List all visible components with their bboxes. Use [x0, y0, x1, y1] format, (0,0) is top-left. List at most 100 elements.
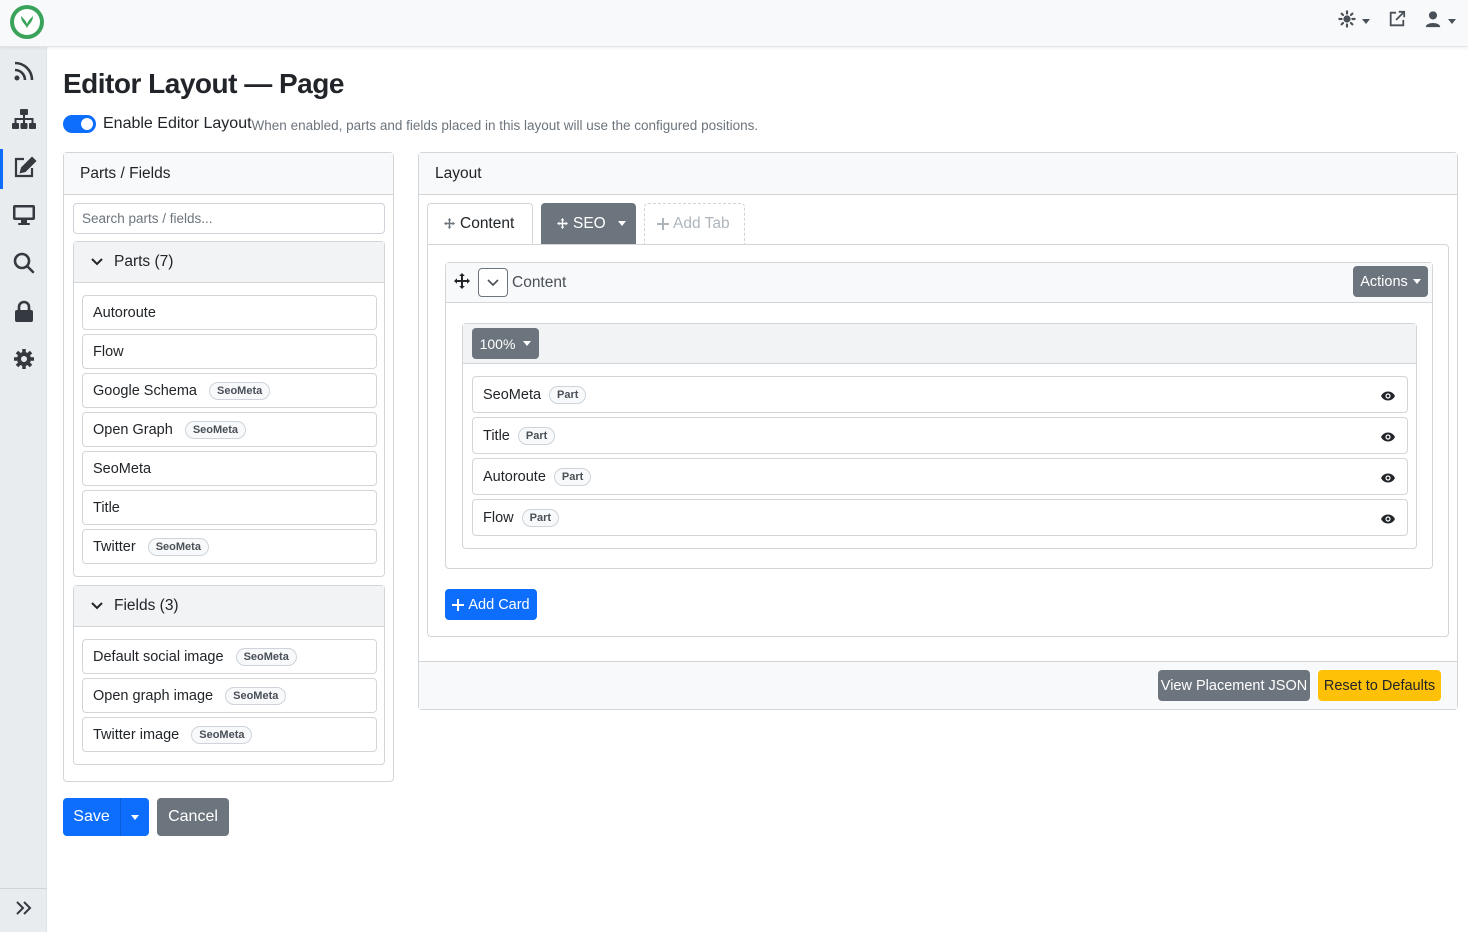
type-badge: Part [517, 426, 556, 445]
layout-card: Content Actions 100% SeoMeta Part Title … [445, 262, 1433, 569]
tab-label: Content [460, 214, 515, 232]
search-input[interactable] [73, 203, 385, 234]
move-icon[interactable] [454, 273, 470, 294]
type-badge: Part [553, 467, 592, 486]
actions-label: Actions [1360, 273, 1408, 290]
save-options-toggle[interactable] [121, 798, 149, 836]
collapse-card-button[interactable] [478, 268, 508, 297]
add-card-label: Add Card [468, 596, 530, 613]
parts-fields-header: Parts / Fields [64, 153, 393, 195]
chevron-down-icon [1448, 19, 1456, 24]
parts-fields-panel: Parts / Fields Parts (7) Autoroute Flow … [63, 152, 394, 782]
tab-pane-content: Content Actions 100% SeoMeta Part Title … [427, 244, 1449, 637]
field-item-open-graph-image[interactable]: Open graph image SeoMeta [82, 678, 377, 713]
chevron-down-icon [90, 257, 104, 267]
item-label: Open graph image [93, 687, 214, 704]
view-placement-json-button[interactable]: View Placement JSON [1158, 670, 1310, 701]
orchard-logo-icon[interactable] [10, 5, 44, 39]
item-label: Open Graph [93, 421, 173, 438]
layout-column: 100% SeoMeta Part Title Part Autoroute P… [462, 323, 1417, 549]
column-width-button[interactable]: 100% [472, 328, 539, 359]
double-chevron-right-icon [15, 900, 33, 921]
gear-icon [13, 348, 35, 375]
item-label: Default social image [93, 648, 224, 665]
part-item-google-schema[interactable]: Google Schema SeoMeta [82, 373, 377, 408]
part-item-title[interactable]: Title [82, 490, 377, 525]
chevron-down-icon [617, 221, 626, 226]
fields-group: Fields (3) Default social image SeoMeta … [73, 585, 385, 765]
sidebar-item-content[interactable] [0, 149, 47, 189]
card-title: Content [512, 274, 567, 291]
eye-icon[interactable] [1381, 389, 1395, 405]
placed-item-seometa[interactable]: SeoMeta Part [472, 376, 1408, 413]
layout-panel: Layout Content SEO Add Tab Content Actio… [418, 152, 1458, 710]
desktop-icon [12, 204, 36, 231]
sidebar-item-structure[interactable] [0, 101, 47, 141]
visit-site-button[interactable] [1388, 10, 1406, 33]
sidebar-item-search[interactable] [0, 245, 47, 285]
type-badge: Part [521, 508, 560, 527]
part-item-seometa[interactable]: SeoMeta [82, 451, 377, 486]
placed-item-title[interactable]: Title Part [472, 417, 1408, 454]
fields-group-label: Fields (3) [114, 597, 179, 614]
sidebar-item-feeds[interactable] [0, 53, 47, 93]
tab-seo[interactable]: SEO [541, 203, 636, 244]
add-tab-button[interactable]: Add Tab [644, 203, 745, 244]
search-icon [13, 252, 35, 279]
source-badge: SeoMeta [208, 381, 271, 400]
eye-icon[interactable] [1381, 430, 1395, 446]
source-badge: SeoMeta [184, 420, 247, 439]
page-title: Editor Layout — Page [63, 68, 344, 99]
external-link-icon [1388, 10, 1406, 33]
top-navbar [0, 0, 1468, 47]
sidebar-expand-button[interactable] [0, 888, 47, 932]
eye-icon[interactable] [1381, 471, 1395, 487]
enable-layout-toggle[interactable] [63, 115, 96, 133]
eye-icon[interactable] [1381, 512, 1395, 528]
chevron-down-icon [523, 341, 532, 346]
add-tab-label: Add Tab [673, 215, 730, 232]
layout-header: Layout [419, 153, 1457, 195]
save-button-group: Save [63, 798, 149, 836]
item-label: Flow [93, 343, 124, 360]
enable-layout-row: Enable Editor Layout When enabled, parts… [63, 115, 758, 133]
part-item-autoroute[interactable]: Autoroute [82, 295, 377, 330]
field-item-twitter-image[interactable]: Twitter image SeoMeta [82, 717, 377, 752]
sidebar-item-design[interactable] [0, 197, 47, 237]
item-label: Google Schema [93, 382, 197, 399]
placed-item-autoroute[interactable]: Autoroute Part [472, 458, 1408, 495]
source-badge: SeoMeta [225, 686, 287, 705]
user-icon [1424, 10, 1442, 33]
part-item-flow[interactable]: Flow [82, 334, 377, 369]
save-button[interactable]: Save [63, 798, 121, 836]
reset-to-defaults-button[interactable]: Reset to Defaults [1318, 670, 1441, 701]
part-item-open-graph[interactable]: Open Graph SeoMeta [82, 412, 377, 447]
chevron-down-icon [131, 814, 139, 820]
tab-content[interactable]: Content [427, 203, 533, 244]
cancel-button[interactable]: Cancel [157, 798, 229, 836]
placed-item-flow[interactable]: Flow Part [472, 499, 1408, 536]
item-label: Flow [483, 509, 514, 526]
enable-layout-label[interactable]: Enable Editor Layout [103, 115, 252, 133]
sitemap-icon [11, 108, 37, 135]
edit-icon [13, 155, 37, 183]
chevron-down-icon [1412, 279, 1421, 284]
item-label: Autoroute [483, 468, 546, 485]
plus-icon [452, 598, 465, 611]
part-item-twitter[interactable]: Twitter SeoMeta [82, 529, 377, 564]
sidebar-item-configuration[interactable] [0, 341, 47, 381]
user-menu-button[interactable] [1424, 10, 1456, 33]
enable-layout-help: When enabled, parts and fields placed in… [251, 117, 759, 133]
column-width-label: 100% [479, 335, 516, 352]
parts-group-header[interactable]: Parts (7) [74, 242, 384, 283]
parts-group-label: Parts (7) [114, 253, 174, 270]
field-item-default-social-image[interactable]: Default social image SeoMeta [82, 639, 377, 674]
theme-toggle-button[interactable] [1338, 10, 1370, 33]
add-card-button[interactable]: Add Card [445, 589, 537, 620]
sidebar-item-security[interactable] [0, 293, 47, 333]
type-badge: Part [549, 385, 587, 404]
tab-label: SEO [573, 214, 606, 232]
source-badge: SeoMeta [235, 647, 297, 666]
card-actions-button[interactable]: Actions [1353, 266, 1428, 297]
fields-group-header[interactable]: Fields (3) [74, 586, 384, 627]
